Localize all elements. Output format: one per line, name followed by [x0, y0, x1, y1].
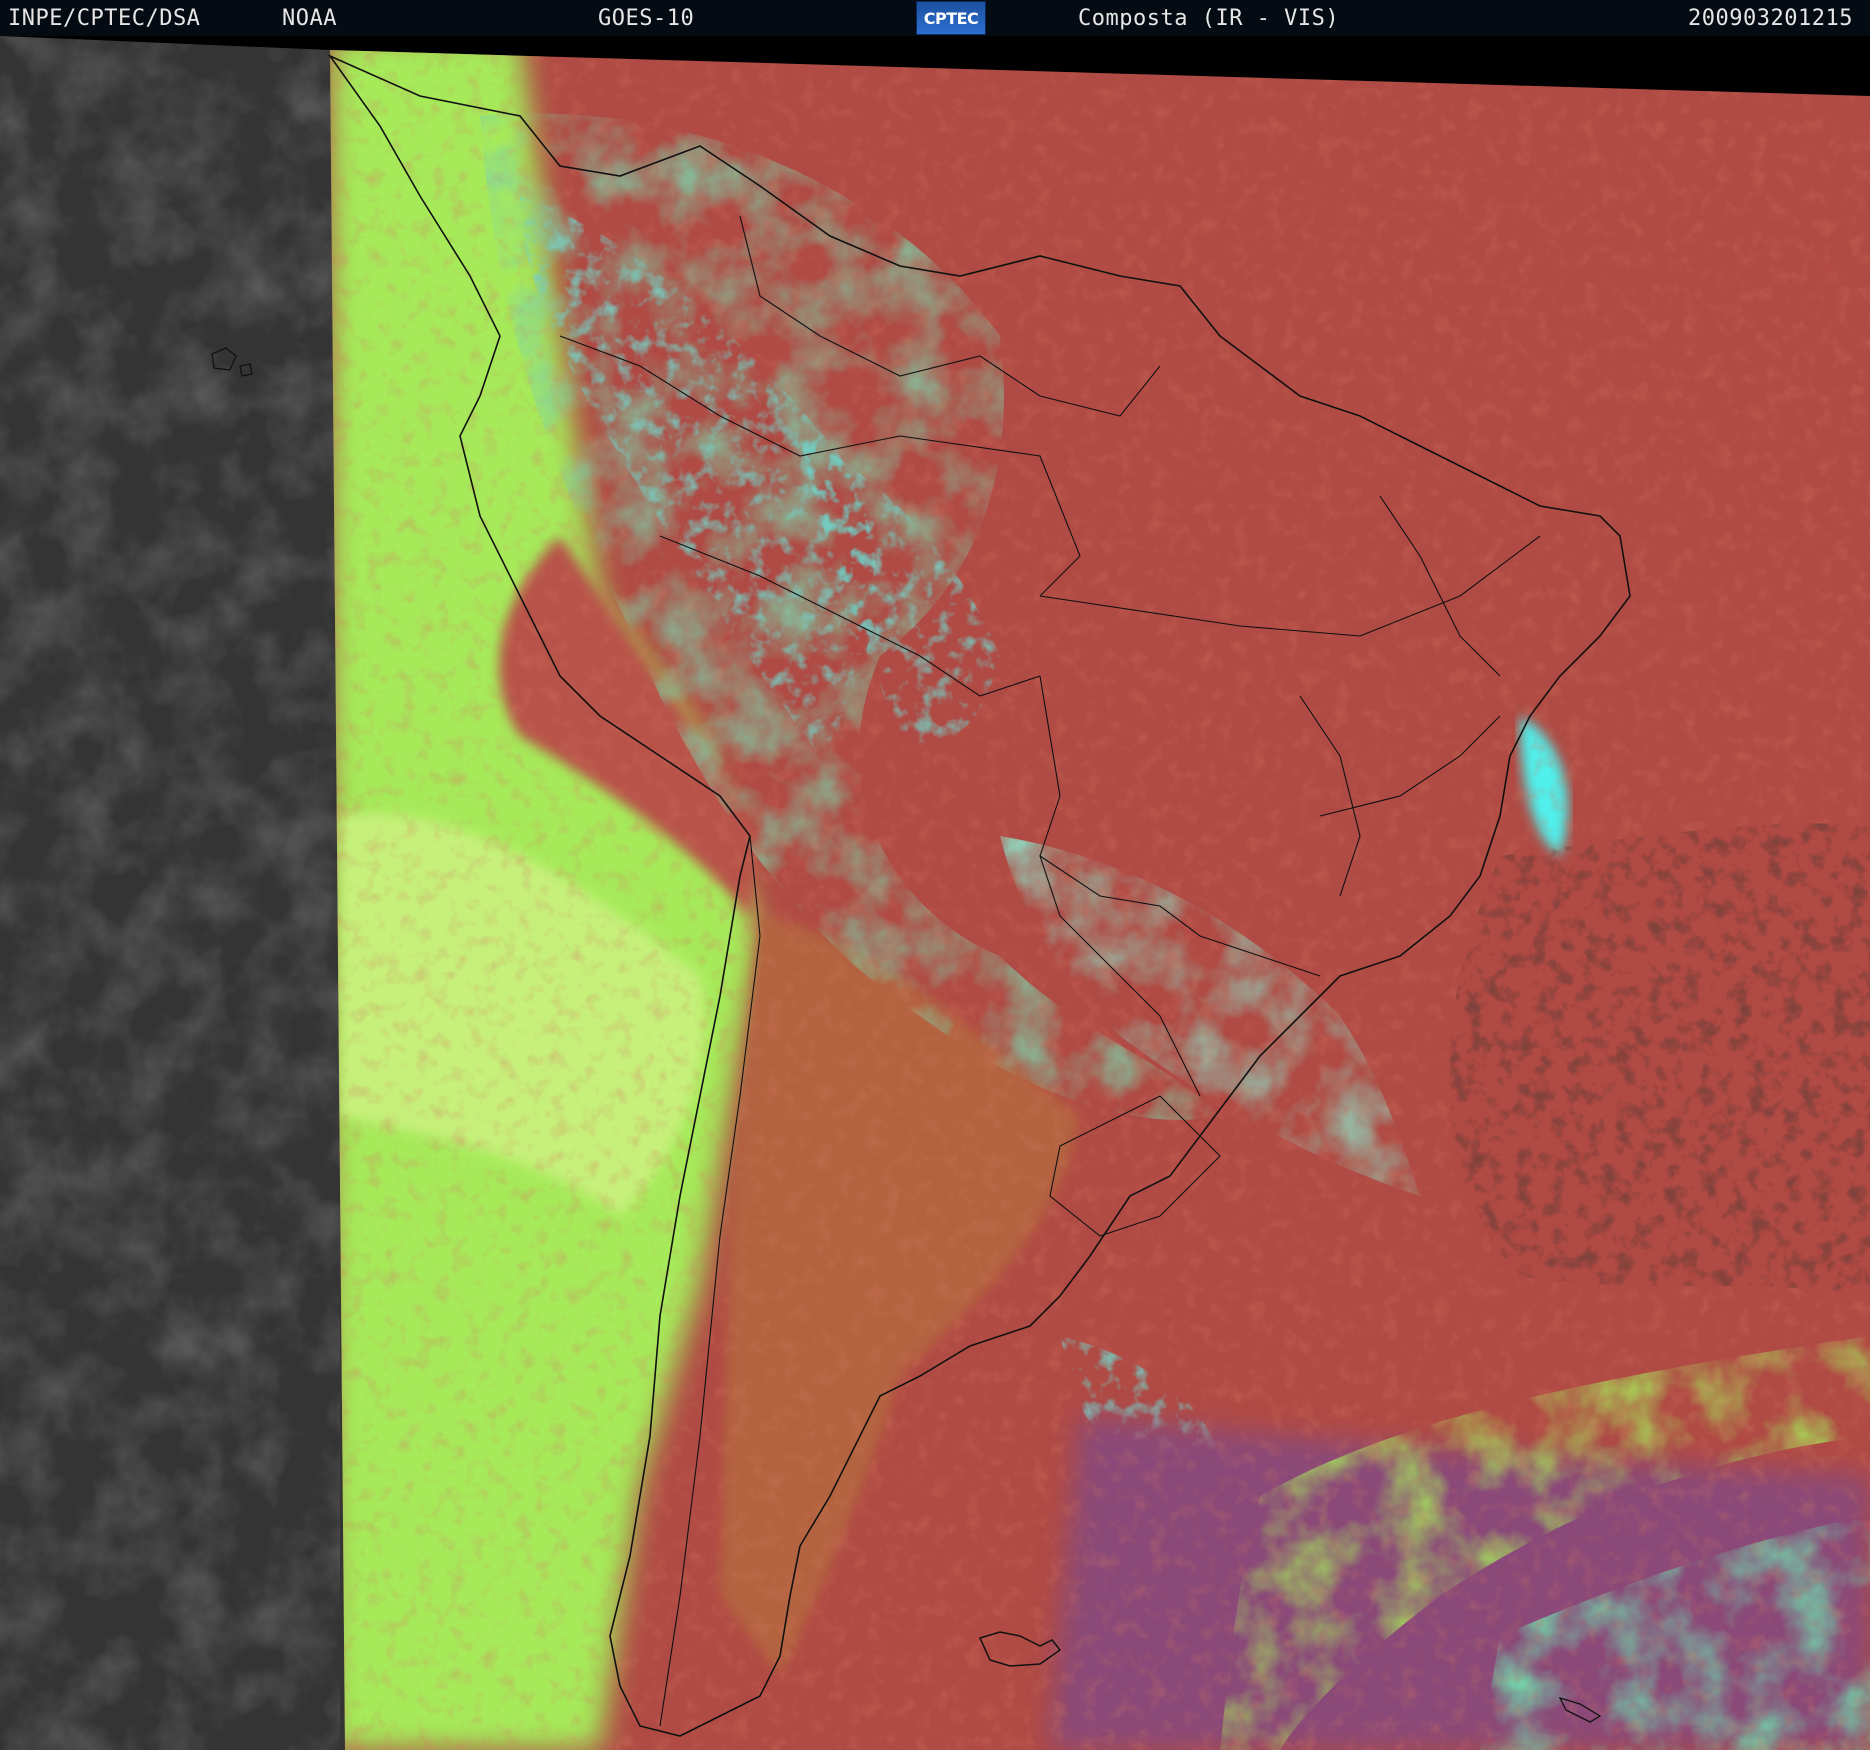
ir-cloud-texture: [0, 36, 340, 1750]
agency-label: INPE/CPTEC/DSA: [8, 6, 201, 31]
product-label: Composta (IR - VIS): [1078, 6, 1340, 31]
provider-label: NOAA: [282, 6, 337, 31]
image-header-bar: INPE/CPTEC/DSA NOAA GOES-10 CPTEC Compos…: [0, 0, 1870, 36]
cptec-logo: CPTEC: [916, 1, 986, 35]
satellite-label: GOES-10: [598, 6, 695, 31]
composite-swath: [330, 50, 1870, 1750]
timestamp-label: 200903201215: [1688, 6, 1853, 31]
satellite-composite-image: [0, 36, 1870, 1750]
